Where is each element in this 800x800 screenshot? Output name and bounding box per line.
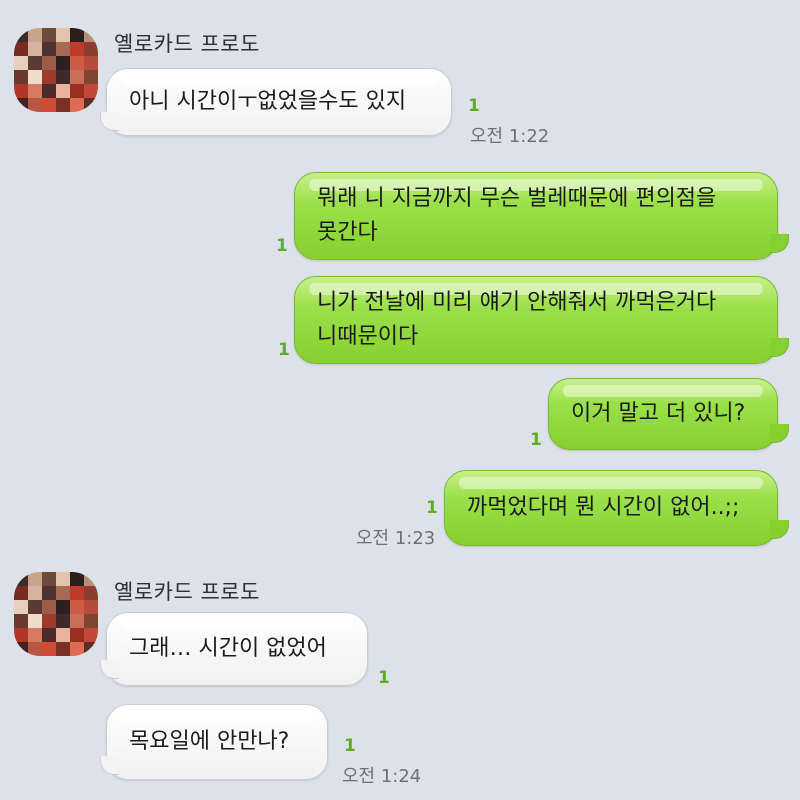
message-text: 까먹었다며 뭔 시간이 없어..;; — [467, 495, 740, 520]
timestamp: 오전 1:24 — [342, 766, 422, 787]
bubble-tail — [770, 338, 789, 357]
bubble-tail — [100, 660, 119, 679]
unread-count: 1 — [426, 498, 438, 518]
timestamp: 오전 1:23 — [356, 528, 436, 549]
unread-count: 1 — [278, 340, 290, 360]
bubble-tail — [100, 112, 119, 131]
message-text: 이거 말고 더 있니? — [571, 401, 746, 426]
message-bubble-outgoing[interactable]: 까먹었다며 뭔 시간이 없어..;; — [444, 470, 778, 546]
timestamp: 오전 1:22 — [470, 126, 550, 147]
unread-count: 1 — [378, 668, 390, 688]
message-bubble-incoming[interactable]: 목요일에 안만나? — [106, 704, 328, 780]
bubble-tail — [770, 424, 789, 443]
sender-name: 옐로카드 프로도 — [114, 580, 260, 604]
message-text-line-2: 니때문이다 — [317, 324, 419, 349]
unread-count: 1 — [344, 736, 356, 756]
bubble-tail — [770, 234, 789, 253]
message-text-line-1: 니가 전날에 미리 얘기 안해줘서 까먹은거다 — [317, 290, 717, 315]
message-text: 그래… 시간이 없었어 — [129, 636, 327, 661]
message-text: 아니 시간이ㅜ없었을수도 있지 — [129, 89, 407, 114]
avatar[interactable] — [14, 28, 98, 112]
message-text-line-2: 못간다 — [317, 220, 378, 245]
bubble-tail — [100, 756, 119, 775]
unread-count: 1 — [468, 96, 480, 116]
message-bubble-outgoing[interactable]: 니가 전날에 미리 얘기 안해줘서 까먹은거다 니때문이다 — [294, 276, 778, 364]
message-bubble-outgoing[interactable]: 이거 말고 더 있니? — [548, 378, 778, 450]
message-bubble-incoming[interactable]: 아니 시간이ㅜ없었을수도 있지 — [106, 68, 452, 136]
unread-count: 1 — [530, 430, 542, 450]
bubble-tail — [770, 520, 789, 539]
message-bubble-outgoing[interactable]: 뭐래 니 지금까지 무슨 벌레때문에 편의점을 못간다 — [294, 172, 778, 260]
avatar[interactable] — [14, 572, 98, 656]
message-bubble-incoming[interactable]: 그래… 시간이 없었어 — [106, 612, 368, 686]
message-text-line-1: 뭐래 니 지금까지 무슨 벌레때문에 편의점을 — [317, 186, 717, 211]
unread-count: 1 — [276, 236, 288, 256]
message-text: 목요일에 안만나? — [129, 729, 290, 754]
sender-name: 옐로카드 프로도 — [114, 32, 260, 56]
